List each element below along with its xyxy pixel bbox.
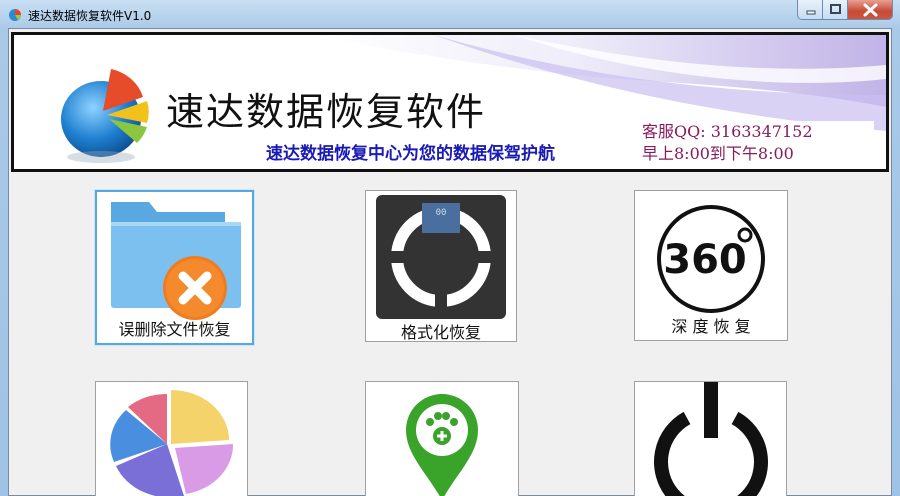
client-area: 速达数据恢复软件 速达数据恢复中心为您的数据保驾护航 客服QQ: 3163347…	[8, 28, 892, 496]
format-recovery-label: 格式化恢复	[400, 323, 481, 342]
partition-recovery-button[interactable]	[95, 381, 248, 496]
minimize-button[interactable]	[797, 0, 823, 20]
app-window: 速达数据恢复软件V1.0 速达数据恢复软件 速达数据恢复中心为您的数据保驾护航 …	[0, 0, 900, 496]
deleted-file-recovery-button[interactable]: 误删除文件恢复	[95, 190, 254, 345]
deep-recovery-label: 深 度 恢 复	[671, 317, 751, 336]
location-recovery-button[interactable]	[365, 381, 519, 496]
contact-hours: 早上8:00到下午8:00	[642, 144, 794, 163]
format-recovery-button[interactable]: 00 格式化恢复	[365, 190, 517, 342]
contact-info: 客服QQ: 3163347152 早上8:00到下午8:00	[642, 121, 874, 165]
svg-text:360: 360	[663, 237, 747, 283]
window-title: 速达数据恢复软件V1.0	[28, 9, 152, 23]
close-icon	[863, 3, 878, 17]
contact-qq: 客服QQ: 3163347152	[642, 122, 813, 141]
pie-chart-icon	[110, 390, 234, 496]
title-bar[interactable]: 速达数据恢复软件V1.0	[0, 0, 900, 28]
exit-button[interactable]	[634, 381, 787, 496]
maximize-icon	[830, 4, 841, 14]
maximize-button[interactable]	[823, 0, 848, 20]
logo-pie-icon	[61, 69, 149, 163]
deleted-file-recovery-label: 误删除文件恢复	[118, 320, 231, 339]
header-banner: 速达数据恢复软件 速达数据恢复中心为您的数据保驾护航 客服QQ: 3163347…	[11, 32, 889, 172]
power-icon	[654, 382, 768, 496]
map-pin-paw-icon	[406, 394, 478, 496]
slogan-text: 速达数据恢复中心为您的数据保驾护航	[266, 144, 555, 164]
close-button[interactable]	[848, 0, 893, 20]
svg-text:00: 00	[436, 208, 447, 218]
deep-recovery-button[interactable]: 360 深 度 恢 复	[634, 190, 788, 341]
app-pie-icon	[9, 9, 21, 21]
app-title: 速达数据恢复软件	[166, 90, 487, 134]
minimize-icon	[806, 10, 816, 15]
